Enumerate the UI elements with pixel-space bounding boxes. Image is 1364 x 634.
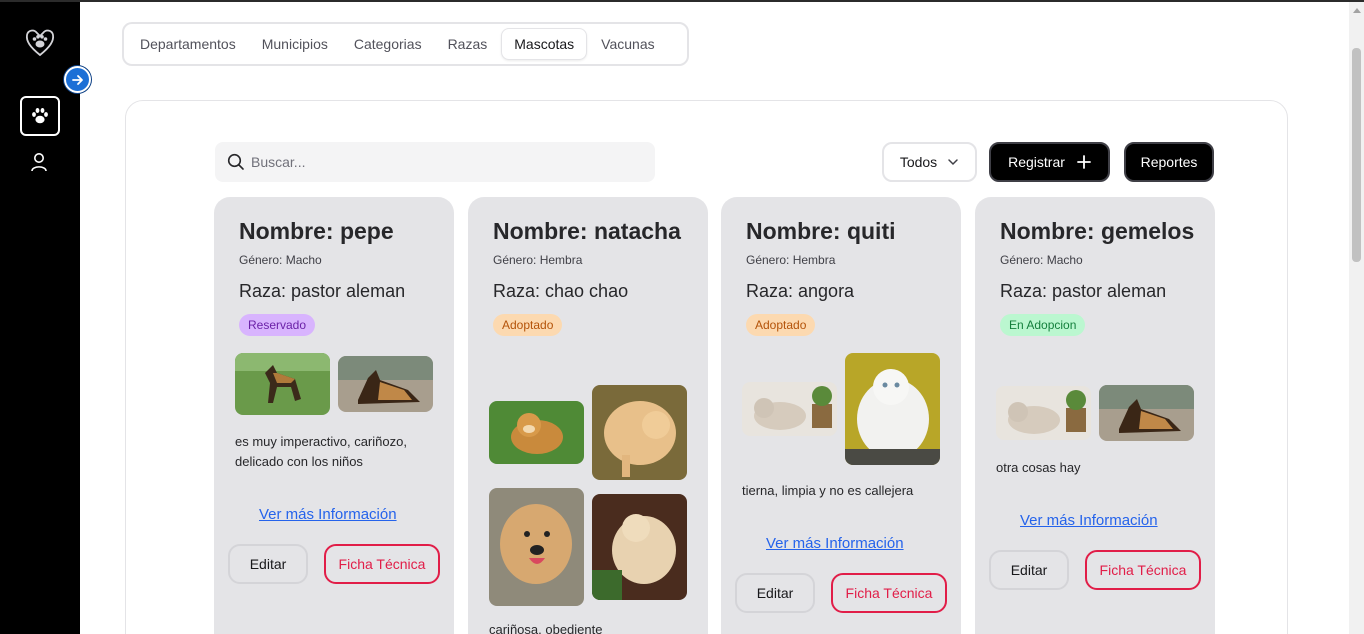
sidebar xyxy=(0,2,80,634)
sidebar-item-user[interactable] xyxy=(29,151,49,173)
register-label: Registrar xyxy=(1008,154,1065,170)
page-scrollbar[interactable] xyxy=(1349,2,1364,634)
sidebar-expand-button[interactable] xyxy=(64,66,91,93)
pet-photo[interactable] xyxy=(996,386,1091,440)
pet-breed: Raza: pastor aleman xyxy=(239,281,406,301)
status-badge: En Adopcion xyxy=(1000,314,1086,336)
status-filter-select[interactable]: Todos xyxy=(882,142,977,182)
pet-photo[interactable] xyxy=(489,401,584,464)
tab-municipios[interactable]: Municipios xyxy=(250,28,340,60)
more-info-link[interactable]: Ver más Información xyxy=(1020,512,1158,529)
paw-heart-logo xyxy=(24,26,56,58)
paw-icon xyxy=(32,108,48,124)
pet-photo[interactable] xyxy=(235,353,330,415)
reports-button[interactable]: Reportes xyxy=(1124,142,1214,182)
search-input[interactable] xyxy=(251,154,631,170)
pet-card: Nombre: natacha Género: Hembra Raza: cha… xyxy=(468,197,708,634)
scroll-thumb[interactable] xyxy=(1352,48,1361,262)
pet-description: es muy imperactivo, cariñozo, delicado c… xyxy=(235,434,407,469)
more-info-link[interactable]: Ver más Información xyxy=(259,506,397,523)
pet-name: Nombre: natacha xyxy=(493,218,681,244)
edit-button[interactable]: Editar xyxy=(228,544,308,584)
sidebar-item-mascotas[interactable] xyxy=(20,96,60,136)
tab-categorias[interactable]: Categorias xyxy=(342,28,434,60)
pet-breed: Raza: chao chao xyxy=(493,281,629,301)
pet-description: cariñosa, obediente xyxy=(489,622,603,634)
ficha-tecnica-button[interactable]: Ficha Técnica xyxy=(831,573,947,613)
pet-photo[interactable] xyxy=(742,382,837,436)
pet-photo[interactable] xyxy=(592,385,687,480)
pet-gender: Género: Macho xyxy=(239,253,322,267)
pet-photo[interactable] xyxy=(1099,385,1194,441)
pet-photos xyxy=(489,385,699,606)
pet-card: Nombre: gemelos Género: Macho Raza: past… xyxy=(975,197,1215,634)
user-icon xyxy=(31,153,47,172)
ficha-tecnica-button[interactable]: Ficha Técnica xyxy=(1085,550,1201,590)
window-top-border xyxy=(0,0,1364,2)
edit-button[interactable]: Editar xyxy=(989,550,1069,590)
pet-gender: Género: Macho xyxy=(1000,253,1083,267)
tab-departamentos[interactable]: Departamentos xyxy=(128,28,248,60)
pet-photos xyxy=(996,385,1206,441)
pet-gender: Género: Hembra xyxy=(746,253,836,267)
pet-name: Nombre: quiti xyxy=(746,218,896,244)
pet-description: otra cosas hay xyxy=(996,460,1081,475)
pet-name: Nombre: gemelos xyxy=(1000,218,1195,244)
pet-card: Nombre: pepe Género: Macho Raza: pastor … xyxy=(214,197,454,634)
plus-icon xyxy=(1076,155,1091,169)
tab-mascotas[interactable]: Mascotas xyxy=(501,28,588,60)
ficha-tecnica-button[interactable]: Ficha Técnica xyxy=(324,544,440,584)
register-button[interactable]: Registrar xyxy=(989,142,1110,182)
pet-photo[interactable] xyxy=(845,353,940,465)
pet-photos xyxy=(235,353,445,415)
search-icon xyxy=(227,153,244,170)
status-badge: Adoptado xyxy=(493,314,563,336)
arrow-right-icon xyxy=(71,74,83,85)
edit-button[interactable]: Editar xyxy=(735,573,815,613)
pet-name: Nombre: pepe xyxy=(239,218,394,244)
search-bar xyxy=(215,142,655,182)
scroll-up-arrow-icon[interactable] xyxy=(1353,8,1361,13)
section-tabs: Departamentos Municipios Categorias Raza… xyxy=(122,22,689,66)
pet-card: Nombre: quiti Género: Hembra Raza: angor… xyxy=(721,197,961,634)
pet-gender: Género: Hembra xyxy=(493,253,583,267)
pet-breed: Raza: angora xyxy=(746,281,855,301)
status-badge: Adoptado xyxy=(746,314,816,336)
filter-value: Todos xyxy=(899,154,938,170)
tab-vacunas[interactable]: Vacunas xyxy=(589,28,666,60)
pet-photos xyxy=(742,353,952,465)
pet-photo[interactable] xyxy=(489,488,584,606)
more-info-link[interactable]: Ver más Información xyxy=(766,535,904,552)
chevron-down-icon xyxy=(948,159,958,166)
tab-razas[interactable]: Razas xyxy=(436,28,500,60)
pet-breed: Raza: pastor aleman xyxy=(1000,281,1167,301)
pet-description: tierna, limpia y no es callejera xyxy=(742,483,914,498)
pet-photo[interactable] xyxy=(338,356,433,412)
status-badge: Reservado xyxy=(239,314,316,336)
pet-photo[interactable] xyxy=(592,494,687,600)
